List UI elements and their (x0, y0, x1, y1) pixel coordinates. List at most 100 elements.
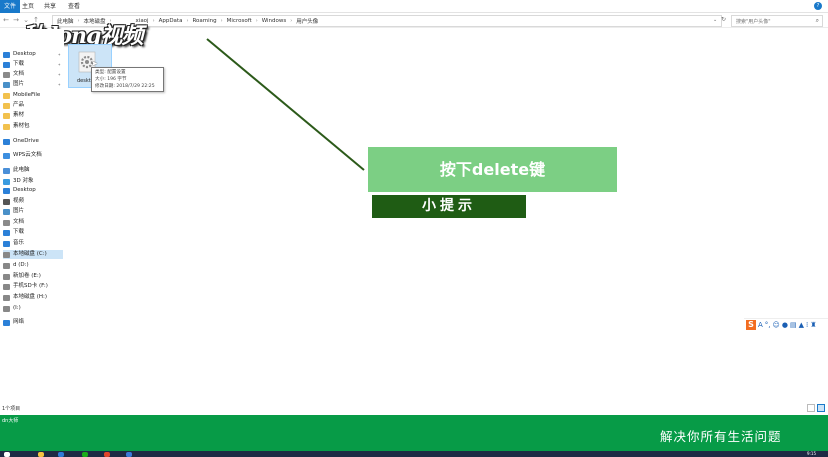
item-count: 1个项目 (2, 406, 21, 412)
nav-item[interactable]: 素材包 (3, 122, 63, 131)
nav-item[interactable]: 图片 (3, 207, 63, 216)
nav-item[interactable]: 本地磁盘 (C:) (3, 250, 63, 259)
tab-view[interactable]: 查看 (64, 0, 84, 13)
drive-icon (3, 251, 10, 258)
refresh-icon[interactable]: ↻ (721, 16, 726, 23)
ime-english-icon[interactable]: A (758, 321, 763, 329)
nav-item[interactable]: 音乐 (3, 239, 63, 248)
ime-toolbar[interactable]: S A °, ☺ ● ▤ ▲ ⁞ ♜ (744, 318, 828, 330)
nav-item[interactable]: 图片 ✦ (3, 80, 63, 89)
folder-icon (3, 123, 10, 130)
help-icon[interactable]: ? (814, 2, 822, 10)
nav-item[interactable]: 视频 (3, 197, 63, 206)
nav-item[interactable]: Desktop ✦ (3, 50, 63, 59)
computer-icon (3, 167, 10, 174)
ime-voice-icon[interactable]: ● (782, 321, 788, 329)
search-icon[interactable]: ⌕ (816, 17, 819, 25)
browser-taskbar-icon[interactable] (58, 452, 64, 457)
nav-item-label: 新加卷 (E:) (13, 273, 41, 279)
nav-item-label: 图片 (13, 208, 25, 214)
ribbon-bar: 文件 主页 共享 查看 ? (0, 0, 828, 13)
ime-tools-icon[interactable]: ⁞ (806, 321, 808, 329)
back-arrow-icon[interactable]: ← (2, 16, 10, 24)
address-dropdown-icon[interactable]: ⌄ (713, 17, 717, 23)
app-taskbar-icon[interactable] (104, 452, 110, 457)
nav-item-label: 音乐 (13, 240, 25, 246)
ime-skin-icon[interactable]: ▲ (799, 321, 804, 329)
nav-item-label: 图片 (13, 81, 25, 87)
nav-item-label: Desktop (13, 187, 36, 193)
drive-icon (3, 262, 10, 269)
breadcrumb-item[interactable]: AppData (159, 18, 183, 24)
tab-file[interactable]: 文件 (0, 0, 21, 13)
large-icons-view-button[interactable] (817, 404, 825, 412)
nav-item[interactable]: Desktop (3, 186, 63, 195)
folder-icon (3, 92, 10, 99)
sogou-logo-icon[interactable]: S (746, 319, 756, 330)
pictures-icon (3, 208, 10, 215)
pin-icon: ✦ (57, 72, 61, 77)
breadcrumb-item[interactable]: 用户头像 (296, 17, 318, 25)
search-input[interactable] (736, 17, 810, 26)
drive-icon (3, 283, 10, 290)
nav-item[interactable]: 文档 ✦ (3, 70, 63, 79)
breadcrumb-item[interactable]: Windows (262, 18, 287, 24)
forward-arrow-icon[interactable]: → (12, 16, 20, 24)
tab-home[interactable]: 主页 (18, 0, 38, 13)
nav-item[interactable]: OneDrive (3, 137, 63, 146)
nav-item[interactable]: 产品 (3, 101, 63, 110)
nav-item[interactable]: 网络 (3, 318, 63, 327)
app2-taskbar-icon[interactable] (126, 452, 132, 457)
chevron-right-icon: › (220, 18, 223, 24)
breadcrumb[interactable]: 此电脑 › 本地磁盘 › xiaoj › AppData › Roaming › Micr… (52, 15, 722, 27)
chevron-right-icon: › (186, 18, 189, 24)
download-icon (3, 229, 10, 236)
taskbar-clock: 9:15 (807, 451, 816, 456)
pin-icon: ✦ (57, 82, 61, 87)
nav-item-label: Desktop (13, 51, 36, 57)
nav-item-label: (I:) (13, 305, 21, 311)
breadcrumb-item[interactable]: Microsoft (227, 18, 252, 24)
nav-item[interactable]: 此电脑 (3, 166, 63, 175)
nav-item-label: 3D 对象 (13, 178, 34, 184)
nav-item[interactable]: 下载 ✦ (3, 60, 63, 69)
nav-item-label: 产品 (13, 102, 25, 108)
nav-item-label: 素材包 (13, 123, 30, 129)
desktop-icon (3, 187, 10, 194)
nav-item-label: 文档 (13, 219, 25, 225)
nav-item-label: 本地磁盘 (H:) (13, 294, 48, 300)
banner-small-text: dn大师 (2, 418, 19, 424)
explorer-taskbar-icon[interactable] (38, 452, 44, 457)
nav-item[interactable]: 本地磁盘 (H:) (3, 293, 63, 302)
nav-item[interactable]: 新加卷 (E:) (3, 272, 63, 281)
nav-item[interactable]: 3D 对象 (3, 177, 63, 186)
breadcrumb-item[interactable]: Roaming (192, 18, 216, 24)
navigation-pane: Desktop ✦ 下载 ✦ 文档 ✦ 图片 ✦ MobileFile 产品 素材 素材包 OneDri… (0, 29, 64, 403)
tooltip-modified: 修改日期: 2018/7/29 22:25 (95, 84, 155, 89)
desktop-icon (3, 51, 10, 58)
details-view-button[interactable] (807, 404, 815, 412)
nav-item-label: d (D:) (13, 262, 29, 268)
hint-sub-banner: 小提示 (372, 195, 526, 218)
tab-share[interactable]: 共享 (40, 0, 60, 13)
download-icon (3, 61, 10, 68)
ime-shirt-icon[interactable]: ♜ (810, 321, 816, 329)
nav-item-label: MobileFile (13, 92, 41, 98)
ime-keyboard-icon[interactable]: ▤ (790, 321, 797, 329)
nav-item[interactable]: 下载 (3, 228, 63, 237)
nav-item[interactable]: d (D:) (3, 261, 63, 270)
nav-item[interactable]: 手机SD卡 (F:) (3, 282, 63, 291)
nav-item[interactable]: (I:) (3, 304, 63, 313)
nav-item[interactable]: WPS云文档 (3, 151, 63, 160)
ime-punct-icon[interactable]: °, (765, 321, 771, 329)
nav-item-label: WPS云文档 (13, 152, 42, 158)
nav-item[interactable]: 素材 (3, 111, 63, 120)
nav-item-label: 手机SD卡 (F:) (13, 283, 48, 289)
search-box[interactable]: ⌕ (731, 15, 823, 27)
wechat-taskbar-icon[interactable] (82, 452, 88, 457)
ime-emoji-icon[interactable]: ☺ (773, 321, 780, 329)
hint-main-banner: 按下delete键 (368, 147, 617, 192)
nav-item[interactable]: MobileFile (3, 91, 63, 100)
start-icon[interactable] (4, 452, 10, 457)
nav-item[interactable]: 文档 (3, 218, 63, 227)
